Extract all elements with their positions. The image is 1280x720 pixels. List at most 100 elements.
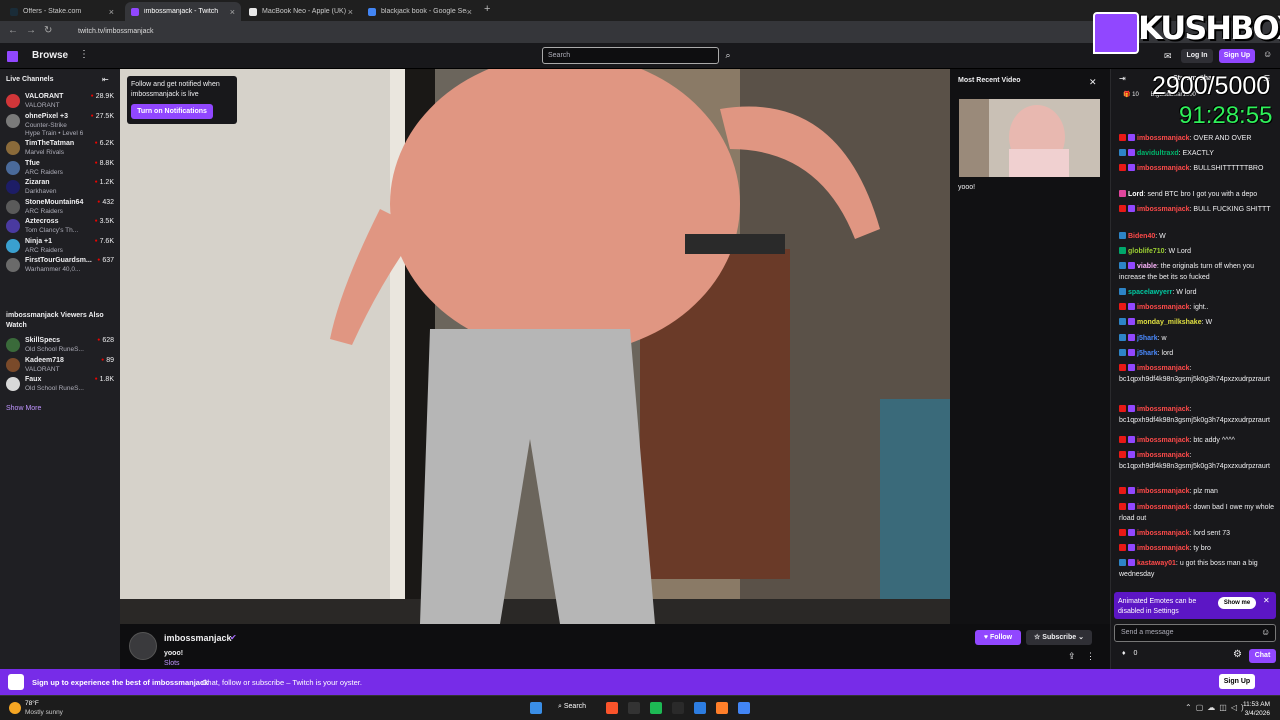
chat-username[interactable]: Lord — [1128, 191, 1144, 198]
more-options-icon[interactable]: ⋮ — [1086, 651, 1095, 662]
sidebar-channel[interactable]: Faux Old School RuneS... 1.8K — [0, 375, 120, 395]
recent-video-title: Most Recent Video — [958, 77, 1021, 84]
chat-input[interactable]: Send a message — [1114, 624, 1276, 642]
chat-message: viable: the originals turn off when you … — [1119, 262, 1255, 281]
chat-username[interactable]: davidultraxd — [1137, 150, 1179, 157]
channel-game: ARC Raiders — [25, 168, 63, 176]
chat-username[interactable]: imbossmanjack — [1137, 406, 1190, 413]
follow-button[interactable]: ♥ Follow — [975, 630, 1021, 645]
stream-category[interactable]: Slots — [164, 660, 180, 667]
chat-username[interactable]: Biden40 — [1128, 233, 1155, 240]
channel-name[interactable]: imbossmanjack — [164, 633, 232, 643]
signup-banner: Sign up to experience the best of imboss… — [0, 669, 1280, 695]
terminal-icon[interactable] — [628, 702, 640, 714]
collapse-sidebar-icon[interactable]: ⇤ — [102, 75, 109, 84]
xbox-icon[interactable] — [672, 702, 684, 714]
sidebar-channel[interactable]: TfueARC Raiders 8.8K — [0, 159, 120, 179]
search-icon[interactable]: ⌕ — [720, 47, 736, 64]
prime-loot-icon[interactable]: ✉ — [1164, 51, 1172, 62]
user-menu-icon[interactable]: ☺ — [1263, 49, 1272, 59]
chat-username[interactable]: monday_milkshake — [1137, 319, 1202, 326]
share-icon[interactable]: ⇪ — [1068, 651, 1076, 662]
collapse-chat-icon[interactable]: ⇥ — [1119, 74, 1126, 83]
chat-settings-icon[interactable]: ⚙ — [1233, 649, 1242, 660]
chat-username[interactable]: imbossmanjack — [1137, 304, 1190, 311]
chat-username[interactable]: j5hark — [1137, 335, 1158, 342]
close-tab-icon[interactable]: × — [230, 7, 235, 17]
chat-username[interactable]: kastaway01 — [1137, 560, 1176, 567]
chrome-icon[interactable] — [738, 702, 750, 714]
chat-badge-icon — [1128, 451, 1135, 458]
banner-signup-button[interactable]: Sign Up — [1219, 674, 1255, 689]
forward-icon[interactable]: → — [26, 25, 36, 36]
login-button[interactable]: Log In — [1181, 49, 1213, 63]
sidebar-channel[interactable]: Zizaran Darkhaven 1.2K — [0, 178, 120, 198]
sidebar-channel[interactable]: Aztecross Tom Clancy's Th... 3.5K — [0, 217, 120, 237]
turn-on-notifications-button[interactable]: Turn on Notifications — [131, 104, 213, 119]
url-field[interactable]: twitch.tv/imbossmanjack — [64, 24, 664, 40]
sidebar-channel[interactable]: VALORANT VALORANT 28.9K — [0, 92, 120, 112]
sidebar-channel[interactable]: ohnePixel +3Counter-Strike 27.5K Hype Trai… — [0, 112, 120, 140]
subscribe-button[interactable]: ☆ Subscribe ⌄ — [1026, 630, 1092, 645]
chat-username[interactable]: imbossmanjack — [1137, 135, 1190, 142]
show-more-link[interactable]: Show More — [6, 405, 41, 412]
browser-tab[interactable]: Offers - Stake.com × — [4, 2, 120, 21]
chat-username[interactable]: spacelawyerr — [1128, 289, 1172, 296]
browser-tab[interactable]: blackjack book - Google Search× — [362, 2, 478, 21]
chat-username[interactable]: imbossmanjack — [1137, 165, 1190, 172]
system-tray[interactable]: ⌃▢☁◫◁) — [1185, 703, 1248, 712]
app-icon-2[interactable] — [716, 702, 728, 714]
app-icon[interactable] — [694, 702, 706, 714]
sidebar-channel[interactable]: Kadeem718VALORANT 89 — [0, 356, 120, 376]
chat-username[interactable]: imbossmanjack — [1137, 437, 1190, 444]
weather-icon[interactable] — [9, 702, 21, 714]
chat-username[interactable]: imbossmanjack — [1137, 488, 1190, 495]
system-clock[interactable]: 11:53 AM 3/4/2026 — [1243, 700, 1270, 718]
emote-picker-icon[interactable]: ☺ — [1261, 627, 1270, 637]
sidebar-channel[interactable]: Ninja +1ARC Raiders 7.6K — [0, 237, 120, 257]
brave-browser-icon[interactable] — [606, 702, 618, 714]
sidebar-channel[interactable]: FirstTourGuardsm... Warhammer 40,0... 637 — [0, 256, 120, 276]
chat-username[interactable]: imbossmanjack — [1137, 452, 1190, 459]
tab-favicon-icon — [10, 7, 18, 16]
back-icon[interactable]: ← — [8, 25, 18, 36]
windows-start-icon[interactable] — [530, 702, 542, 714]
signup-button[interactable]: Sign Up — [1219, 49, 1255, 63]
chat-username[interactable]: imbossmanjack — [1137, 504, 1190, 511]
chat-username[interactable]: imbossmanjack — [1137, 530, 1190, 537]
video-player[interactable] — [120, 69, 950, 624]
sidebar-channel[interactable]: StoneMountain64ARC Raiders 432 — [0, 198, 120, 218]
chat-username[interactable]: imbossmanjack — [1137, 206, 1190, 213]
close-tab-icon[interactable]: × — [467, 7, 472, 17]
spotify-icon[interactable] — [650, 702, 662, 714]
reload-icon[interactable]: ↻ — [44, 25, 52, 36]
browse-link[interactable]: Browse — [32, 50, 68, 61]
chat-username[interactable]: globlife710 — [1128, 248, 1165, 255]
channel-avatar[interactable] — [129, 632, 157, 660]
show-me-button[interactable]: Show me — [1218, 597, 1256, 609]
sidebar-channel[interactable]: SkillSpecs Old School RuneS... 628 — [0, 336, 120, 356]
chat-username[interactable]: j5hark — [1137, 350, 1158, 357]
browser-tab[interactable]: MacBook Neo - Apple (UK) × — [243, 2, 359, 21]
close-icon[interactable]: ✕ — [1089, 77, 1097, 88]
twitch-logo-icon[interactable] — [7, 51, 18, 62]
chat-send-button[interactable]: Chat — [1249, 649, 1276, 663]
chat-username[interactable]: imbossmanjack — [1137, 365, 1190, 372]
recent-video-thumbnail[interactable] — [959, 99, 1100, 177]
search-input[interactable]: Search — [542, 47, 719, 64]
close-tab-icon[interactable]: × — [348, 7, 353, 17]
new-tab-button[interactable]: + — [484, 3, 490, 15]
taskbar-search[interactable]: ⌕ Search — [558, 703, 586, 711]
more-menu-icon[interactable]: ⋮ — [79, 49, 89, 60]
kushbox-brand: KUSHBOX — [1138, 9, 1280, 47]
also-watch-title: imbossmanjack Viewers Also Watch — [6, 312, 104, 329]
close-tab-icon[interactable]: × — [109, 7, 114, 17]
chat-username[interactable]: imbossmanjack — [1137, 545, 1190, 552]
channel-avatar — [6, 160, 20, 175]
sidebar-channel[interactable]: TimTheTatman Marvel Rivals 6.2K — [0, 139, 120, 159]
close-icon[interactable]: ✕ — [1263, 596, 1270, 605]
follow-label: Follow — [989, 634, 1013, 641]
chat-username[interactable]: viable — [1137, 263, 1157, 270]
channel-points[interactable]: ♦ 0 — [1122, 650, 1137, 657]
browser-tab[interactable]: imbossmanjack - Twitch × — [125, 2, 241, 21]
